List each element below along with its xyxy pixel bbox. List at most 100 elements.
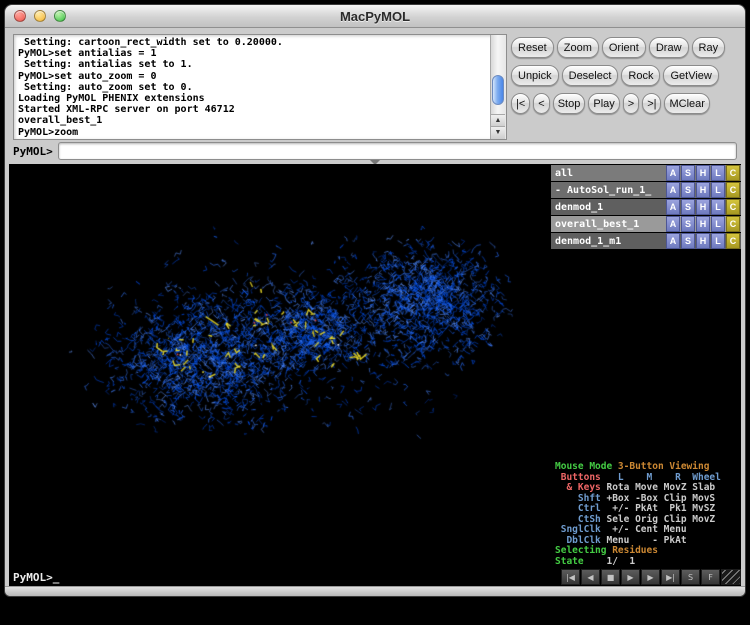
scrollbar-thumb[interactable] <box>492 75 504 105</box>
object-row-denmod-1-m1[interactable]: denmod_1_m1 A S H L C <box>551 233 741 249</box>
show-button-s[interactable]: S <box>681 182 695 198</box>
movie-f-button[interactable]: F <box>701 569 720 585</box>
object-row-overall-best-1[interactable]: overall_best_1 A S H L C <box>551 216 741 232</box>
resize-grip[interactable] <box>721 569 741 585</box>
mouse-mode-value[interactable]: 3-Button Viewing <box>618 461 710 472</box>
color-button-c[interactable]: C <box>726 233 740 249</box>
hide-button-h[interactable]: H <box>696 233 710 249</box>
hide-button-h[interactable]: H <box>696 182 710 198</box>
action-button-a[interactable]: A <box>666 165 680 181</box>
maximize-button[interactable] <box>54 10 66 22</box>
movie-controls: |◀ ◀ ■ ▶ ▶ ▶| S F <box>551 569 741 586</box>
panel-spacer <box>551 249 741 460</box>
prev-frame-button[interactable]: < <box>533 93 549 114</box>
viewport-3d[interactable]: PyMOL>_ <box>9 164 551 586</box>
zoom-button[interactable]: Zoom <box>557 37 599 58</box>
object-name[interactable]: denmod_1_m1 <box>551 233 666 249</box>
state-value: 1/ 1 <box>589 556 635 567</box>
top-panel: Setting: cartoon_rect_width set to 0.200… <box>5 28 745 164</box>
label-button-l[interactable]: L <box>711 233 725 249</box>
traffic-lights <box>14 10 66 22</box>
action-button-a[interactable]: A <box>666 233 680 249</box>
movie-forward-button[interactable]: ▶ <box>641 569 660 585</box>
action-button-a[interactable]: A <box>666 182 680 198</box>
main-area: PyMOL>_ all A S H L C - AutoSol_run_1_ <box>9 164 741 586</box>
object-actions: A S H L C <box>666 233 741 249</box>
movie-play-button[interactable]: ▶ <box>621 569 640 585</box>
scroll-down-button[interactable]: ▼ <box>491 126 505 139</box>
hide-button-h[interactable]: H <box>696 165 710 181</box>
console-scrollbar[interactable]: ▲ ▼ <box>490 35 506 139</box>
macpymol-window: MacPyMOL Setting: cartoon_rect_width set… <box>4 4 746 597</box>
show-button-s[interactable]: S <box>681 199 695 215</box>
color-button-c[interactable]: C <box>726 182 740 198</box>
deselect-button[interactable]: Deselect <box>562 65 619 86</box>
object-name[interactable]: all <box>551 165 666 181</box>
mouse-mode-label: Mouse Mode <box>555 461 618 472</box>
label-button-l[interactable]: L <box>711 216 725 232</box>
window-title: MacPyMOL <box>340 9 410 24</box>
movie-s-button[interactable]: S <box>681 569 700 585</box>
object-row-all[interactable]: all A S H L C <box>551 165 741 181</box>
stop-button[interactable]: Stop <box>553 93 586 114</box>
movie-rewind-button[interactable]: |◀ <box>561 569 580 585</box>
console-line: PyMOL>set auto_zoom = 0 <box>18 71 488 82</box>
object-row-autosol-run-1[interactable]: - AutoSol_run_1_ A S H L C <box>551 182 741 198</box>
color-button-c[interactable]: C <box>726 165 740 181</box>
object-list: all A S H L C - AutoSol_run_1_ A S H <box>551 164 741 249</box>
show-button-s[interactable]: S <box>681 165 695 181</box>
object-row-denmod-1[interactable]: denmod_1 A S H L C <box>551 199 741 215</box>
molecule-mesh-render[interactable] <box>9 164 549 568</box>
next-frame-button[interactable]: > <box>623 93 639 114</box>
console-lines: Setting: cartoon_rect_width set to 0.200… <box>18 37 488 137</box>
button-row-3: |< < Stop Play > >| MClear <box>511 93 741 114</box>
viewport-prompt[interactable]: PyMOL>_ <box>13 571 59 584</box>
reset-button[interactable]: Reset <box>511 37 554 58</box>
object-name[interactable]: overall_best_1 <box>551 216 666 232</box>
console-log[interactable]: Setting: cartoon_rect_width set to 0.200… <box>13 34 507 140</box>
console-line: PyMOL>set antialias = 1 <box>18 48 488 59</box>
button-row-1: Reset Zoom Orient Draw Ray <box>511 37 741 58</box>
draw-button[interactable]: Draw <box>649 37 689 58</box>
color-button-c[interactable]: C <box>726 199 740 215</box>
label-button-l[interactable]: L <box>711 199 725 215</box>
hide-button-h[interactable]: H <box>696 199 710 215</box>
movie-back-button[interactable]: ◀ <box>581 569 600 585</box>
show-button-s[interactable]: S <box>681 216 695 232</box>
orient-button[interactable]: Orient <box>602 37 646 58</box>
command-input[interactable] <box>58 142 737 160</box>
object-actions: A S H L C <box>666 182 741 198</box>
console-line: overall_best_1 <box>18 115 488 126</box>
action-button-a[interactable]: A <box>666 216 680 232</box>
object-name[interactable]: denmod_1 <box>551 199 666 215</box>
close-button[interactable] <box>14 10 26 22</box>
button-row-2: Unpick Deselect Rock GetView <box>511 65 741 86</box>
play-button[interactable]: Play <box>588 93 619 114</box>
selecting-mode-value[interactable]: Residues <box>612 545 658 556</box>
movie-end-button[interactable]: ▶| <box>661 569 680 585</box>
last-frame-button[interactable]: >| <box>642 93 661 114</box>
label-button-l[interactable]: L <box>711 182 725 198</box>
movie-stop-button[interactable]: ■ <box>601 569 620 585</box>
label-button-l[interactable]: L <box>711 165 725 181</box>
color-button-c[interactable]: C <box>726 216 740 232</box>
minimize-button[interactable] <box>34 10 46 22</box>
first-frame-button[interactable]: |< <box>511 93 530 114</box>
titlebar[interactable]: MacPyMOL <box>5 5 745 28</box>
console-line: Setting: auto_zoom set to 0. <box>18 82 488 93</box>
action-button-a[interactable]: A <box>666 199 680 215</box>
prompt-label: PyMOL> <box>13 145 53 158</box>
unpick-button[interactable]: Unpick <box>511 65 559 86</box>
object-actions: A S H L C <box>666 216 741 232</box>
mclear-button[interactable]: MClear <box>664 93 709 114</box>
console-line: PyMOL>zoom <box>18 127 488 137</box>
getview-button[interactable]: GetView <box>663 65 718 86</box>
rock-button[interactable]: Rock <box>621 65 660 86</box>
show-button-s[interactable]: S <box>681 233 695 249</box>
hide-button-h[interactable]: H <box>696 216 710 232</box>
console-line: Setting: antialias set to 1. <box>18 59 488 70</box>
object-name[interactable]: - AutoSol_run_1_ <box>551 182 666 198</box>
ray-button[interactable]: Ray <box>692 37 726 58</box>
object-panel: all A S H L C - AutoSol_run_1_ A S H <box>551 164 741 586</box>
object-actions: A S H L C <box>666 165 741 181</box>
